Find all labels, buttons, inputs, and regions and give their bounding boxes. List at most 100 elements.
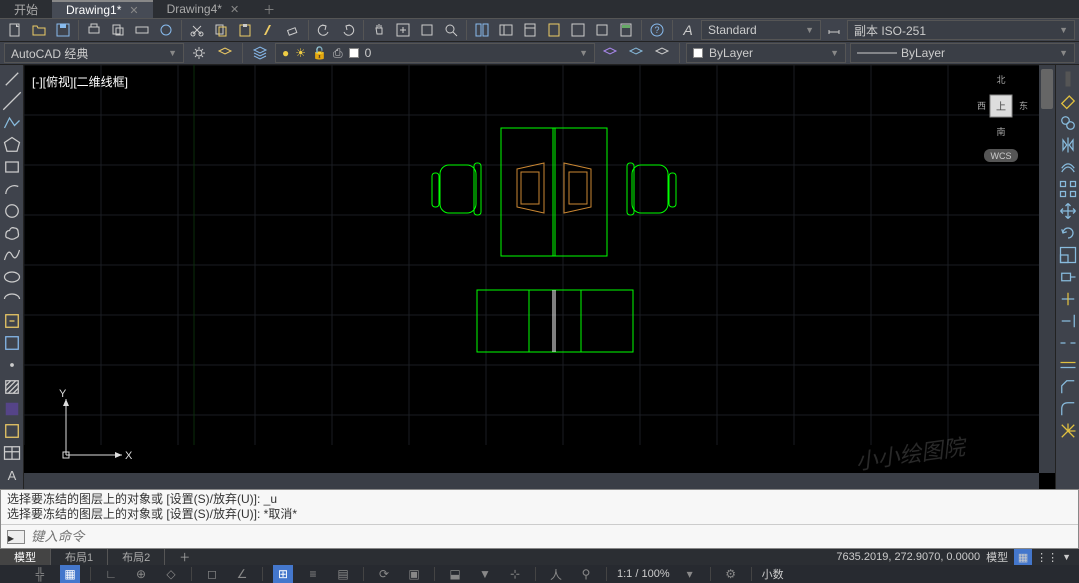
erase-icon[interactable] — [282, 19, 304, 41]
copy2-icon[interactable] — [1058, 113, 1078, 133]
rectangle-icon[interactable] — [2, 157, 22, 177]
transparency-icon[interactable]: ▤ — [333, 565, 353, 583]
designcenter-icon[interactable] — [495, 19, 517, 41]
new-icon[interactable] — [4, 19, 26, 41]
ellipse-arc-icon[interactable] — [2, 289, 22, 309]
match-icon[interactable] — [258, 19, 280, 41]
mirror-icon[interactable] — [1058, 135, 1078, 155]
gradient-icon[interactable] — [2, 399, 22, 419]
layer-combo[interactable]: ● ☀ 🔓 ⎙ 0 ▼ — [275, 43, 595, 63]
viewport-label[interactable]: [-][俯视][二维线框] — [32, 73, 128, 90]
polygon-icon[interactable] — [2, 135, 22, 155]
tab-drawing4[interactable]: Drawing4*✕ — [153, 0, 254, 18]
snap-icon[interactable]: ╬ — [30, 565, 50, 583]
add-tab-button[interactable]: ＋ — [253, 0, 285, 18]
palette-handle-icon[interactable] — [1058, 69, 1078, 89]
chamfer-icon[interactable] — [1058, 377, 1078, 397]
fillet-icon[interactable] — [1058, 399, 1078, 419]
help-icon[interactable]: ? — [646, 19, 668, 41]
properties-icon[interactable] — [471, 19, 493, 41]
otrack-icon[interactable]: ∠ — [232, 565, 252, 583]
layer-states-icon[interactable] — [625, 42, 647, 64]
dyn-ucs-icon[interactable]: ⬓ — [445, 565, 465, 583]
annotation-icon[interactable]: 人 — [546, 565, 566, 583]
revcloud-icon[interactable] — [2, 223, 22, 243]
workspace-combo[interactable]: AutoCAD 经典▼ — [4, 43, 184, 63]
layer-previous-icon[interactable] — [599, 42, 621, 64]
zoom-window-icon[interactable] — [416, 19, 438, 41]
layout-tab-add[interactable]: ＋ — [165, 549, 204, 565]
cycling-icon[interactable]: ⟳ — [374, 565, 394, 583]
trim-icon[interactable] — [1058, 289, 1078, 309]
zoom-readout[interactable]: 1:1 / 100% — [617, 568, 670, 580]
vertical-scrollbar[interactable] — [1039, 65, 1055, 473]
selection-filter-icon[interactable]: ▼ — [475, 565, 495, 583]
region-icon[interactable] — [2, 421, 22, 441]
xline-icon[interactable] — [2, 91, 22, 111]
close-icon[interactable]: ✕ — [129, 4, 138, 17]
layers-icon[interactable] — [249, 42, 271, 64]
polyline-icon[interactable] — [2, 113, 22, 133]
grid2-icon[interactable]: ▦ — [60, 565, 80, 583]
textstyle-icon[interactable]: A — [677, 19, 699, 41]
print-icon[interactable] — [83, 19, 105, 41]
osnap-icon[interactable]: ◻ — [202, 565, 222, 583]
layout-tab-model[interactable]: 模型 — [0, 549, 51, 565]
dyn-input-icon[interactable]: ⊞ — [273, 565, 293, 583]
extend-icon[interactable] — [1058, 311, 1078, 331]
offset-icon[interactable] — [1058, 157, 1078, 177]
layout-tab-1[interactable]: 布局1 — [51, 549, 108, 565]
calc-icon[interactable] — [615, 19, 637, 41]
toolpalettes-icon[interactable] — [519, 19, 541, 41]
dim-style-combo[interactable]: 副本 ISO-251▼ — [847, 20, 1075, 40]
undo-icon[interactable] — [313, 19, 335, 41]
pan-icon[interactable] — [368, 19, 390, 41]
ellipse-icon[interactable] — [2, 267, 22, 287]
print2-icon[interactable] — [131, 19, 153, 41]
sheet-icon[interactable] — [543, 19, 565, 41]
dimstyle-icon[interactable] — [823, 19, 845, 41]
viewcube[interactable]: 北 南 西 东 上 WCS — [971, 73, 1031, 143]
tab-drawing1[interactable]: Drawing1*✕ — [52, 0, 153, 18]
stretch-icon[interactable] — [1058, 267, 1078, 287]
open-icon[interactable] — [28, 19, 50, 41]
color-combo[interactable]: ByLayer ▼ — [686, 43, 846, 63]
plot-preview-icon[interactable] — [107, 19, 129, 41]
layout-tab-2[interactable]: 布局2 — [108, 549, 165, 565]
close-icon[interactable]: ✕ — [230, 3, 239, 16]
redo-icon[interactable] — [337, 19, 359, 41]
hatch-icon[interactable] — [2, 377, 22, 397]
move-icon[interactable] — [1058, 201, 1078, 221]
text-icon[interactable]: A — [2, 465, 22, 485]
anno-scale-icon[interactable]: ⚲ — [576, 565, 596, 583]
zoom-dropdown-icon[interactable]: ▾ — [680, 565, 700, 583]
rotate-icon[interactable] — [1058, 223, 1078, 243]
iso-icon[interactable]: ◇ — [161, 565, 181, 583]
drawing-canvas[interactable]: [-][俯视][二维线框] X Y 北 南 西 东 上 WCS 小小绘图院 — [24, 65, 1055, 489]
palette-icon[interactable] — [567, 19, 589, 41]
break-icon[interactable] — [1058, 333, 1078, 353]
model-toggle[interactable]: 模型 — [986, 549, 1008, 565]
gizmo-icon[interactable]: ⊹ — [505, 565, 525, 583]
publish-icon[interactable] — [155, 19, 177, 41]
tab-start[interactable]: 开始 — [0, 0, 52, 18]
scale-icon[interactable] — [1058, 245, 1078, 265]
gear-icon[interactable] — [188, 42, 210, 64]
arc-icon[interactable] — [2, 179, 22, 199]
horizontal-scrollbar[interactable] — [24, 473, 1039, 489]
insert-icon[interactable] — [2, 311, 22, 331]
explode-icon[interactable] — [1058, 421, 1078, 441]
join-icon[interactable] — [1058, 355, 1078, 375]
chevron-down-icon[interactable]: ▼ — [1062, 552, 1071, 562]
lineweight-icon[interactable]: ≡ — [303, 565, 323, 583]
menu-icon[interactable]: ⋮⋮ — [1038, 549, 1056, 565]
linetype-combo[interactable]: ByLayer ▼ — [850, 43, 1075, 63]
paste-icon[interactable] — [234, 19, 256, 41]
table-icon[interactable] — [2, 443, 22, 463]
units-readout[interactable]: 小数 — [762, 566, 784, 582]
block-icon[interactable] — [2, 333, 22, 353]
point-icon[interactable] — [2, 355, 22, 375]
circle-icon[interactable] — [2, 201, 22, 221]
layer-props-icon[interactable] — [214, 42, 236, 64]
line-icon[interactable] — [2, 69, 22, 89]
